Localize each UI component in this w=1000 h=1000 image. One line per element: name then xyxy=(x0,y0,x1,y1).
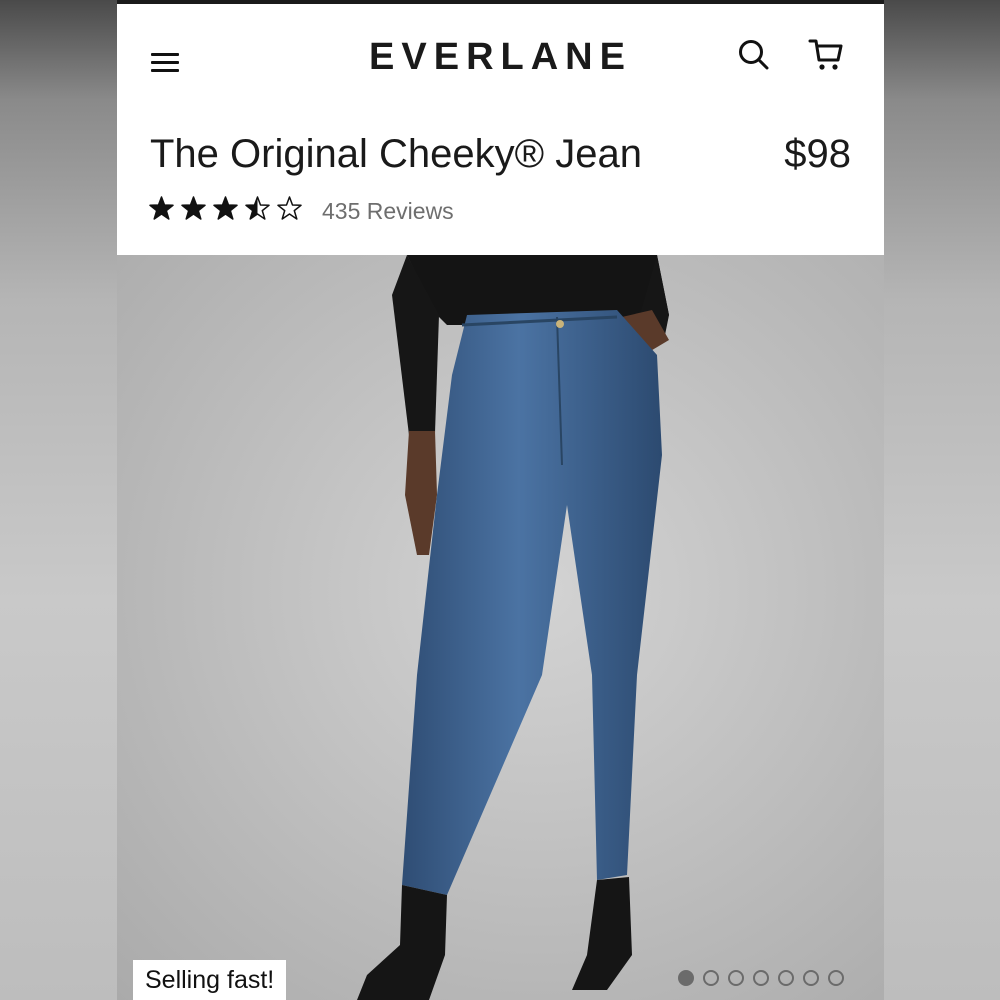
gallery-dot[interactable] xyxy=(678,970,694,986)
gallery-dot[interactable] xyxy=(828,970,844,986)
gallery-dot[interactable] xyxy=(803,970,819,986)
site-header: EVERLANE xyxy=(117,4,884,118)
search-icon[interactable] xyxy=(735,36,773,74)
model-photo xyxy=(117,255,884,1000)
reviews-link[interactable]: 435 Reviews xyxy=(322,198,454,225)
gallery-dot[interactable] xyxy=(778,970,794,986)
product-info: The Original Cheeky® Jean $98 435 Review… xyxy=(117,118,884,255)
star-half-icon xyxy=(245,196,270,221)
product-image[interactable]: Selling fast! xyxy=(117,255,884,1000)
product-title: The Original Cheeky® Jean xyxy=(150,132,642,176)
product-page: EVERLANE The Original Cheeky® Jean $98 4… xyxy=(117,0,884,1000)
gallery-dot[interactable] xyxy=(728,970,744,986)
gallery-pagination xyxy=(669,970,844,991)
gallery-dot[interactable] xyxy=(703,970,719,986)
star-filled-icon xyxy=(181,196,206,221)
gallery-dot[interactable] xyxy=(753,970,769,986)
shopping-cart-icon[interactable] xyxy=(807,36,845,74)
product-price: $98 xyxy=(784,132,851,176)
star-filled-icon xyxy=(149,196,174,221)
star-filled-icon xyxy=(213,196,238,221)
star-rating[interactable] xyxy=(149,196,309,226)
selling-fast-badge: Selling fast! xyxy=(133,960,287,1000)
star-empty-icon xyxy=(277,196,302,221)
